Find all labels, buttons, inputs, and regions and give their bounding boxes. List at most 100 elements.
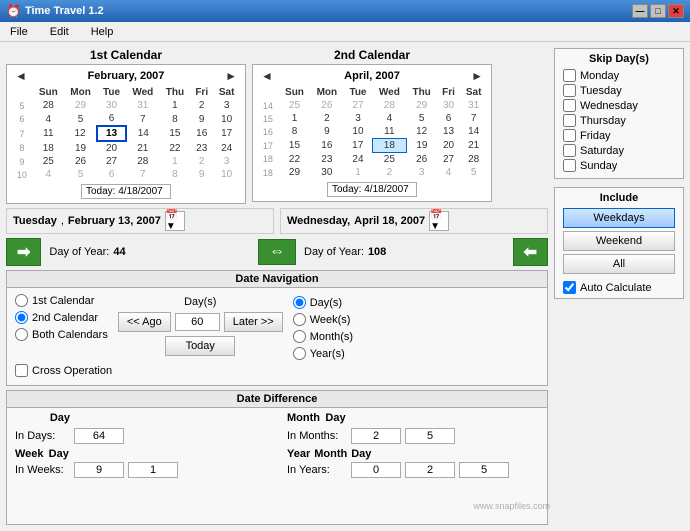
table-row[interactable]: 9 [190, 112, 213, 126]
table-row[interactable]: 26 [310, 99, 344, 112]
table-row[interactable]: 6 [97, 112, 126, 126]
table-row[interactable]: 28 [33, 99, 64, 112]
forward-arrow-1[interactable]: ➡ [6, 238, 41, 266]
cal1-today-input[interactable] [81, 184, 171, 199]
table-row[interactable]: 16 [190, 126, 213, 141]
table-row[interactable]: 1 [160, 99, 190, 112]
forward-arrow-2[interactable]: ⇔ [258, 239, 296, 265]
radio-years[interactable]: Year(s) [293, 347, 353, 360]
table-row[interactable]: 27 [97, 155, 126, 168]
menu-edit[interactable]: Edit [44, 24, 75, 40]
table-row[interactable]: 12 [406, 125, 436, 139]
table-row[interactable]: 24 [213, 141, 240, 155]
in-weeks-day[interactable] [128, 462, 178, 478]
skip-monday[interactable]: Monday [563, 69, 675, 82]
table-row[interactable]: 21 [126, 141, 160, 155]
table-row[interactable]: 2 [310, 112, 344, 125]
table-row[interactable]: 12 [64, 126, 97, 141]
cal2-today-input[interactable] [327, 182, 417, 197]
table-row[interactable]: 3 [213, 155, 240, 168]
table-row[interactable]: 11 [33, 126, 64, 141]
table-row[interactable]: 30 [437, 99, 460, 112]
cal2-next[interactable]: ► [467, 69, 487, 83]
table-row[interactable]: 8 [160, 112, 190, 126]
table-row[interactable]: 10 [213, 168, 240, 181]
table-row[interactable]: 6 [437, 112, 460, 125]
table-row[interactable]: 1 [279, 112, 310, 125]
skip-wednesday[interactable]: Wednesday [563, 99, 675, 112]
table-row[interactable]: 10 [213, 112, 240, 126]
table-row[interactable]: 31 [126, 99, 160, 112]
table-row[interactable]: 27 [344, 99, 373, 112]
table-row[interactable]: 22 [160, 141, 190, 155]
table-row[interactable]: 30 [97, 99, 126, 112]
table-row[interactable]: 26 [406, 153, 436, 167]
skip-saturday[interactable]: Saturday [563, 144, 675, 157]
table-row[interactable]: 4 [33, 168, 64, 181]
table-row[interactable]: 9 [190, 168, 213, 181]
cal2-prev[interactable]: ◄ [257, 69, 277, 83]
table-row[interactable]: 10 [344, 125, 373, 139]
table-row[interactable]: 3 [344, 112, 373, 125]
in-years-year[interactable] [351, 462, 401, 478]
minimize-button[interactable]: — [632, 4, 648, 18]
table-row[interactable]: 19 [406, 139, 436, 153]
table-row[interactable]: 5 [64, 112, 97, 126]
radio-2nd-cal[interactable]: 2nd Calendar [15, 311, 108, 324]
table-row[interactable]: 1 [160, 155, 190, 168]
menu-file[interactable]: File [4, 24, 34, 40]
in-years-month[interactable] [405, 462, 455, 478]
table-row[interactable]: 16 [310, 139, 344, 153]
table-row[interactable]: 20 [437, 139, 460, 153]
in-years-day[interactable] [459, 462, 509, 478]
radio-days[interactable]: Day(s) [293, 296, 353, 309]
cal1-prev[interactable]: ◄ [11, 69, 31, 83]
table-row[interactable]: 13 [97, 126, 126, 141]
table-row[interactable]: 3 [406, 166, 436, 179]
table-row[interactable]: 14 [126, 126, 160, 141]
radio-1st-cal[interactable]: 1st Calendar [15, 294, 108, 307]
table-row[interactable]: 18 [33, 141, 64, 155]
table-row[interactable]: 25 [372, 153, 406, 167]
table-row[interactable]: 26 [64, 155, 97, 168]
cal1-next[interactable]: ► [221, 69, 241, 83]
table-row[interactable]: 29 [279, 166, 310, 179]
ago-button[interactable]: << Ago [118, 312, 171, 332]
skip-tuesday[interactable]: Tuesday [563, 84, 675, 97]
table-row[interactable]: 19 [64, 141, 97, 155]
table-row[interactable]: 4 [33, 112, 64, 126]
radio-both-cal[interactable]: Both Calendars [15, 328, 108, 341]
later-button[interactable]: Later >> [224, 312, 283, 332]
all-button[interactable]: All [563, 254, 675, 274]
table-row[interactable]: 2 [190, 99, 213, 112]
table-row[interactable]: 20 [97, 141, 126, 155]
table-row[interactable]: 13 [437, 125, 460, 139]
table-row[interactable]: 17 [344, 139, 373, 153]
table-row[interactable]: 17 [213, 126, 240, 141]
table-row[interactable]: 2 [190, 155, 213, 168]
menu-help[interactable]: Help [85, 24, 120, 40]
table-row[interactable]: 15 [279, 139, 310, 153]
table-row[interactable]: 4 [437, 166, 460, 179]
table-row[interactable]: 21 [460, 139, 487, 153]
table-row[interactable]: 7 [126, 112, 160, 126]
table-row[interactable]: 22 [279, 153, 310, 167]
table-row[interactable]: 11 [372, 125, 406, 139]
table-row[interactable]: 28 [460, 153, 487, 167]
in-months-day[interactable] [405, 428, 455, 444]
table-row[interactable]: 7 [126, 168, 160, 181]
back-arrow[interactable]: ⬅ [513, 238, 548, 266]
auto-calculate-check[interactable]: Auto Calculate [563, 281, 675, 294]
skip-sunday[interactable]: Sunday [563, 159, 675, 172]
table-row[interactable]: 5 [64, 168, 97, 181]
table-row[interactable]: 5 [460, 166, 487, 179]
table-row[interactable]: 28 [126, 155, 160, 168]
table-row[interactable]: 25 [33, 155, 64, 168]
days-input[interactable] [175, 313, 220, 331]
weekdays-button[interactable]: Weekdays [563, 208, 675, 228]
table-row[interactable]: 1 [344, 166, 373, 179]
table-row[interactable]: 9 [310, 125, 344, 139]
table-row[interactable]: 30 [310, 166, 344, 179]
skip-thursday[interactable]: Thursday [563, 114, 675, 127]
in-days-value[interactable] [74, 428, 124, 444]
